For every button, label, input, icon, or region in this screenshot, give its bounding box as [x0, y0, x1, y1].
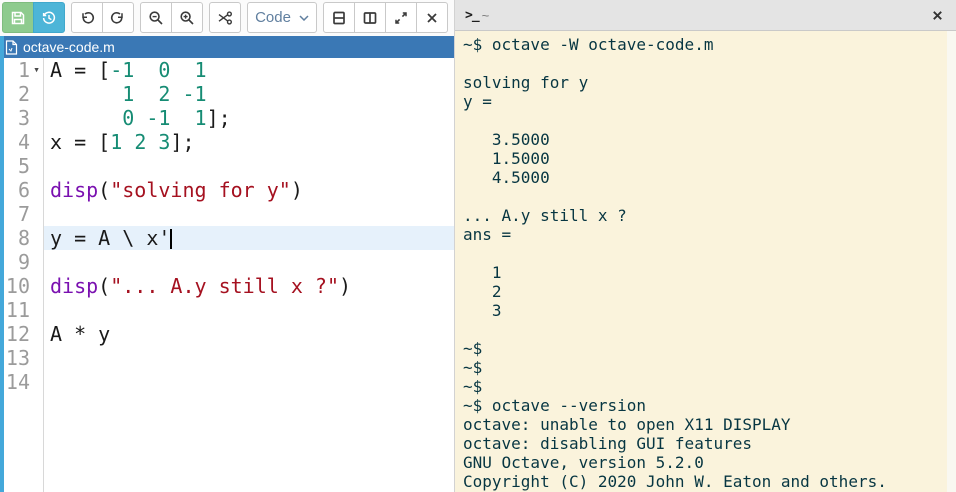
split-vertical-icon: [362, 10, 378, 26]
zoom-in-button[interactable]: [171, 2, 203, 33]
language-mode-dropdown[interactable]: Code: [247, 2, 317, 33]
terminal-line: 1: [463, 263, 947, 282]
language-mode-label: Code: [255, 9, 291, 26]
split-horizontal-icon: [331, 10, 347, 26]
undo-icon: [79, 10, 95, 26]
file-icon: [5, 40, 18, 55]
code-line[interactable]: disp("... A.y still x ?"): [44, 274, 454, 298]
terminal-line: [463, 320, 947, 339]
redo-button[interactable]: [102, 2, 134, 33]
split-horizontal-button[interactable]: [323, 2, 355, 33]
split-vertical-button[interactable]: [354, 2, 386, 33]
terminal-line: solving for y: [463, 73, 947, 92]
terminal-output[interactable]: ~$ octave -W octave-code.m solving for yy…: [455, 31, 947, 492]
tab-octave-code[interactable]: octave-code.m: [0, 36, 454, 58]
line-number[interactable]: 10: [0, 274, 43, 298]
code-editor[interactable]: 1▾234567891011121314 A = [-1 0 1 1 2 -1 …: [0, 58, 454, 492]
zoom-out-icon: [148, 10, 164, 26]
close-editor-button[interactable]: [416, 2, 448, 33]
terminal-scrollbar[interactable]: [947, 31, 956, 492]
line-number[interactable]: 9: [0, 250, 43, 274]
terminal-line: [463, 111, 947, 130]
terminal-line: y =: [463, 92, 947, 111]
line-number[interactable]: 8: [0, 226, 43, 250]
terminal-line: ~$: [463, 358, 947, 377]
terminal-line: [463, 244, 947, 263]
terminal-line: 4.5000: [463, 168, 947, 187]
close-terminal-button[interactable]: [931, 9, 944, 22]
line-number[interactable]: 7: [0, 202, 43, 226]
code-line[interactable]: [44, 202, 454, 226]
code-lines: A = [-1 0 1 1 2 -1 0 -1 1];x = [1 2 3]; d…: [44, 58, 454, 492]
line-number[interactable]: 6: [0, 178, 43, 202]
terminal-line: 3: [463, 301, 947, 320]
gutter: 1▾234567891011121314: [0, 58, 44, 492]
code-line[interactable]: [44, 250, 454, 274]
terminal-line: octave: disabling GUI features: [463, 434, 947, 453]
text-cursor: [170, 229, 172, 249]
code-line[interactable]: y = A \ x': [44, 226, 454, 250]
line-number[interactable]: 4: [0, 130, 43, 154]
terminal-line: 3.5000: [463, 130, 947, 149]
terminal-line: Copyright (C) 2020 John W. Eaton and oth…: [463, 472, 947, 491]
active-pane-indicator: [0, 36, 4, 492]
terminal-line: 2: [463, 282, 947, 301]
terminal-line: [463, 54, 947, 73]
code-line[interactable]: disp("solving for y"): [44, 178, 454, 202]
terminal-line: ans =: [463, 225, 947, 244]
redo-icon: [110, 10, 126, 26]
code-line[interactable]: 1 2 -1: [44, 82, 454, 106]
save-button[interactable]: [2, 2, 34, 33]
line-number[interactable]: 11: [0, 298, 43, 322]
terminal-line: ~$ octave -W octave-code.m: [463, 35, 947, 54]
terminal-pane: >_ ~ ~$ octave -W octave-code.m solving f…: [455, 0, 956, 492]
line-number[interactable]: 13: [0, 346, 43, 370]
tab-title: octave-code.m: [23, 39, 115, 55]
terminal-line: ... A.y still x ?: [463, 206, 947, 225]
terminal-line: GNU Octave, version 5.2.0: [463, 453, 947, 472]
code-line[interactable]: A * y: [44, 322, 454, 346]
undo-button[interactable]: [71, 2, 103, 33]
line-number[interactable]: 3: [0, 106, 43, 130]
terminal-line: octave: unable to open X11 DISPLAY: [463, 415, 947, 434]
line-number[interactable]: 2: [0, 82, 43, 106]
fullscreen-button[interactable]: [385, 2, 417, 33]
editor-toolbar: Code: [0, 0, 454, 36]
terminal-title: ~: [482, 8, 490, 23]
app: Code: [0, 0, 956, 492]
terminal-line: 1.5000: [463, 149, 947, 168]
code-line[interactable]: [44, 370, 454, 394]
zoom-in-icon: [179, 10, 195, 26]
scissors-icon: [217, 10, 233, 26]
code-line[interactable]: [44, 346, 454, 370]
history-button[interactable]: [33, 2, 65, 33]
code-line[interactable]: [44, 298, 454, 322]
save-icon: [10, 10, 26, 26]
terminal-line: ~$ octave --version: [463, 396, 947, 415]
code-line[interactable]: A = [-1 0 1: [44, 58, 454, 82]
cut-button[interactable]: [209, 2, 241, 33]
code-line[interactable]: [44, 154, 454, 178]
zoom-out-button[interactable]: [140, 2, 172, 33]
terminal-line: [463, 187, 947, 206]
line-number[interactable]: 12: [0, 322, 43, 346]
chevron-down-icon: [299, 15, 309, 21]
history-icon: [41, 10, 57, 26]
close-icon: [425, 11, 439, 25]
terminal-line: ~$: [463, 377, 947, 396]
terminal-header: >_ ~: [455, 0, 956, 31]
editor-pane: Code: [0, 0, 455, 492]
terminal-prompt-icon: >_: [465, 8, 479, 23]
fold-arrow-icon[interactable]: ▾: [30, 58, 43, 82]
line-number[interactable]: 1▾: [0, 58, 43, 82]
code-line[interactable]: x = [1 2 3];: [44, 130, 454, 154]
line-number[interactable]: 5: [0, 154, 43, 178]
code-line[interactable]: 0 -1 1];: [44, 106, 454, 130]
terminal-line: ~$: [463, 339, 947, 358]
expand-arrows-icon: [393, 10, 409, 26]
line-number[interactable]: 14: [0, 370, 43, 394]
